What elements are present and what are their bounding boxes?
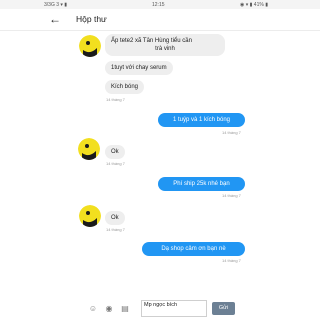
battery-indicator: ◉ ▾ ▮ 41% ▮	[240, 2, 268, 8]
status-bar: 3/3G 3 ▾ ▮ 12:15 ◉ ▾ ▮ 41% ▮	[0, 0, 320, 9]
message-timestamp: 14 tháng 7	[106, 227, 125, 232]
message-timestamp: 14 tháng 7	[222, 130, 241, 135]
incoming-message[interactable]: Ok	[105, 211, 125, 225]
clock: 12:15	[152, 2, 165, 8]
incoming-message[interactable]: 1tuyt với chay serum	[105, 61, 173, 75]
chat-header: ← Hộp thư	[0, 9, 320, 31]
back-arrow-icon[interactable]: ←	[47, 10, 63, 28]
outgoing-message[interactable]: Phí ship 25k nhé bạn	[158, 177, 245, 191]
contact-avatar[interactable]	[78, 138, 100, 160]
incoming-message[interactable]: Ok	[105, 145, 125, 159]
camera-icon[interactable]: ◉	[104, 304, 114, 314]
message-timestamp: 14 tháng 7	[222, 193, 241, 198]
outgoing-message[interactable]: 1 tuýp và 1 kích bóng	[158, 113, 245, 127]
incoming-message[interactable]: Kích bóng	[105, 80, 145, 94]
incoming-message[interactable]: Ấp tete2 xã Tân Hùng tiểu cần trà vinh	[105, 34, 225, 56]
message-timestamp: 14 tháng 7	[222, 258, 241, 263]
carrier-indicator: 3/3G 3 ▾ ▮	[44, 2, 68, 8]
page-title: Hộp thư	[76, 14, 107, 24]
message-input[interactable]: Mp ngọc bích	[141, 300, 207, 317]
message-line: trà vinh	[155, 46, 175, 52]
message-timestamp: 14 tháng 7	[106, 97, 125, 102]
contact-avatar[interactable]	[79, 205, 101, 227]
message-timestamp: 14 tháng 7	[106, 161, 125, 166]
smiley-icon[interactable]: ☺	[88, 304, 98, 314]
send-button[interactable]: Gửi	[212, 302, 235, 315]
message-composer: ☺ ◉ ▤ Mp ngọc bích Gửi	[0, 297, 320, 320]
attachment-icon[interactable]: ▤	[120, 304, 130, 314]
outgoing-message[interactable]: Dạ shop cảm ơn bạn nè	[142, 242, 245, 256]
contact-avatar[interactable]	[79, 35, 101, 57]
message-line: Ấp tete2 xã Tân Hùng tiểu cần	[111, 38, 192, 44]
